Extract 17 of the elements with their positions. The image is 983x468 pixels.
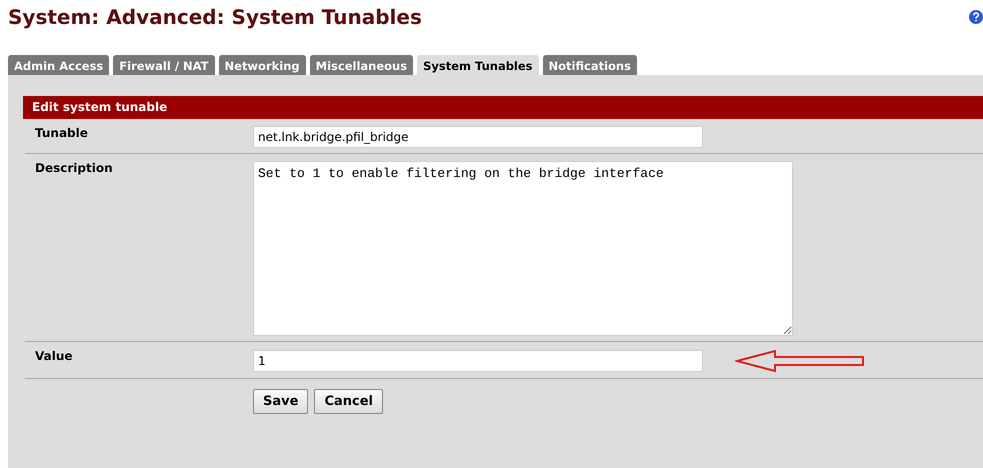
section-header: Edit system tunable <box>23 96 983 119</box>
tab[interactable]: Miscellaneous <box>310 55 414 75</box>
field-label: Tunable <box>34 126 89 142</box>
form-button[interactable]: Save <box>253 389 308 414</box>
tab[interactable]: Notifications <box>542 55 637 75</box>
tab[interactable]: Networking <box>218 55 306 75</box>
input-field[interactable]: 1 <box>253 350 703 372</box>
field-label: Value <box>34 349 74 365</box>
tab[interactable]: System Tunables <box>417 55 539 75</box>
field-label: Description <box>34 161 114 177</box>
tab[interactable]: Admin Access <box>8 55 110 75</box>
form-button[interactable]: Cancel <box>314 389 383 414</box>
tab[interactable]: Firewall / NAT <box>113 55 215 75</box>
description-field[interactable]: Set to 1 to enable filtering on the bridge interface <box>253 161 793 336</box>
help-icon[interactable] <box>969 10 983 24</box>
input-field[interactable]: net.lnk.bridge.pfil_bridge <box>253 126 703 148</box>
page-title: System: Advanced: System Tunables <box>8 5 422 29</box>
